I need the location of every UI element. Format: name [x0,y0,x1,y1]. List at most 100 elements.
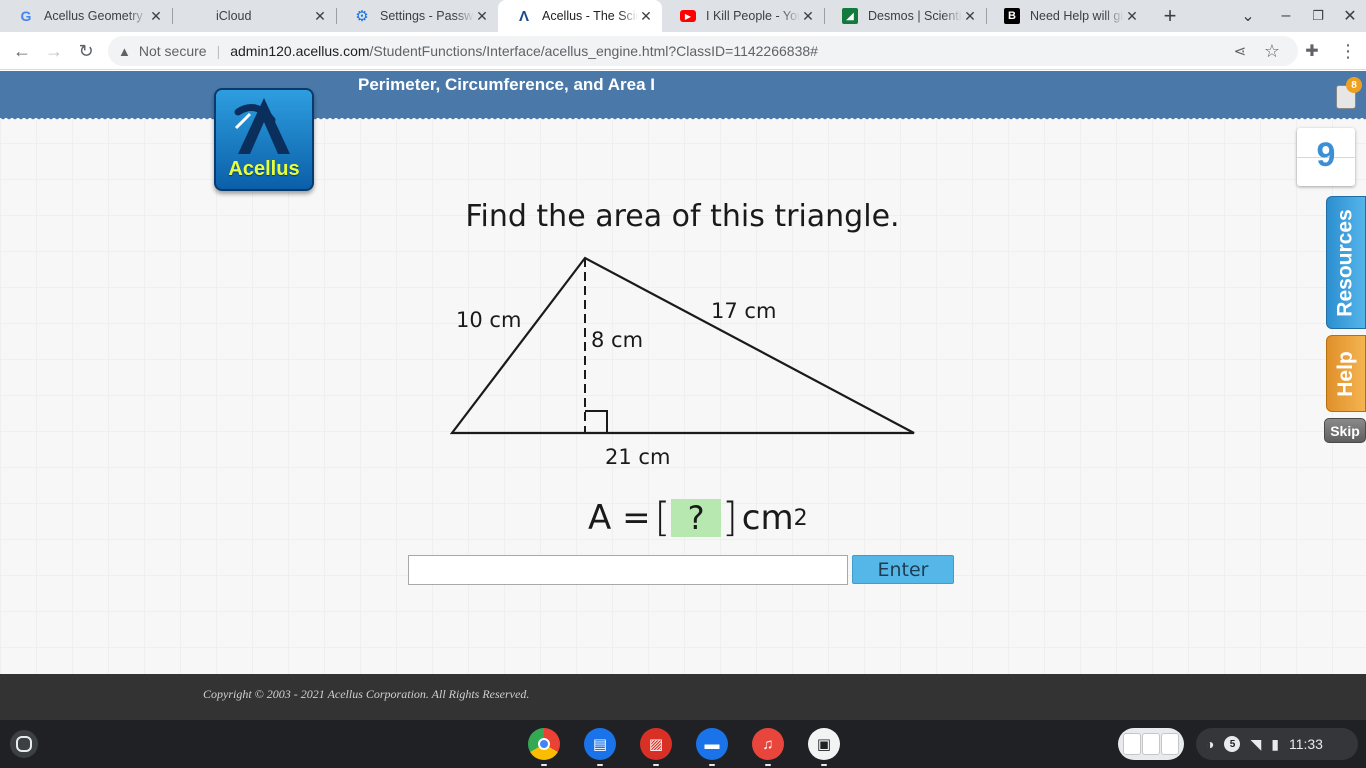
right-angle-marker [585,410,608,433]
browser-tab-acellus[interactable]: Λ Acellus - The Science of Learning ✕ [498,0,662,32]
desk-thumbnail [1141,733,1160,755]
brainly-icon: B [1004,8,1020,24]
tab-title: Acellus Geometry - Google Search [44,9,148,23]
acellus-logo: Acellus [214,88,314,191]
tab-title: Acellus - The Science of Learning [542,9,638,23]
answer-blank: [ ? ] [655,495,738,541]
terminal-icon[interactable]: ▣ [808,728,840,766]
answer-input[interactable] [408,555,848,585]
logo-text: Acellus [228,158,300,180]
os-shelf: ▤ ▨ ▬ ♫ ▣ ◑ 5 ◥ ▮ 11:33 [0,720,1366,768]
notification-badge: 8 [1346,77,1362,93]
skip-button[interactable]: Skip [1324,418,1366,443]
tab-title: Desmos | Scientific Calculator [868,9,962,23]
question-text: Find the area of this triangle. [0,199,1366,234]
height-label: 8 cm [591,328,644,352]
address-bar[interactable]: ▲ Not secure | admin120.acellus.com /Stu… [108,36,1298,66]
triangle-figure: 10 cm 17 cm 8 cm 21 cm [440,251,940,476]
unit-exponent: 2 [793,505,808,531]
reload-icon[interactable]: ↻ [72,37,100,65]
files-icon[interactable]: ▬ [696,728,728,766]
forward-arrow-icon[interactable]: → [40,37,68,65]
acellus-lesson-page: Perimeter, Circumference, and Area I 8 A… [0,71,1366,674]
answer-placeholder: ? [671,499,722,537]
browser-tab-brainly[interactable]: B Need Help will give brainliest ✕ [986,0,1148,32]
messages-icon[interactable]: ▤ [584,728,616,766]
battery-icon: ▮ [1271,735,1279,752]
area-equation: A = [ ? ] cm 2 [588,495,808,541]
equation-lhs: A = [588,498,651,538]
copyright-text: Copyright © 2003 - 2021 Acellus Corporat… [203,687,530,701]
tab-search-icon[interactable]: ⌄ [1232,0,1264,32]
new-tab-button[interactable]: + [1154,0,1186,32]
security-label: Not secure [138,43,207,59]
right-bracket: ] [722,495,738,541]
accessibility-icon: ◑ [1206,736,1215,752]
share-icon[interactable]: ⋖ [1226,37,1254,65]
triangle-diagram [449,256,915,435]
minimize-icon[interactable]: – [1270,0,1302,32]
browser-toolbar: ← → ↻ ▲ Not secure | admin120.acellus.co… [0,32,1366,70]
acellus-a-icon [234,98,290,154]
left-side-label: 10 cm [456,308,522,332]
google-icon: G [20,8,32,24]
url-host: admin120.acellus.com [230,43,370,59]
triangle-outline [449,256,915,435]
extensions-puzzle-icon[interactable]: ✚ [1298,37,1326,65]
help-tab[interactable]: Help [1326,335,1366,412]
notification-count-badge: 5 [1224,736,1241,752]
tab-title: Need Help will give brainliest [1030,9,1124,23]
menu-dots-icon[interactable]: ⋮ [1334,37,1362,65]
page-footer: Copyright © 2003 - 2021 Acellus Corporat… [0,674,1366,720]
acellus-icon: Λ [518,7,529,25]
tab-title: Settings - Passwords [380,9,474,23]
apple-icon [190,8,206,24]
close-icon[interactable]: ✕ [1124,8,1140,24]
close-icon[interactable]: ✕ [148,8,164,24]
restore-icon[interactable]: ❐ [1302,0,1334,32]
lesson-header-bar: Perimeter, Circumference, and Area I 8 [0,71,1366,121]
browser-tab-icloud[interactable]: iCloud ✕ [172,0,336,32]
browser-tab-settings[interactable]: ⚙ Settings - Passwords ✕ [336,0,498,32]
close-window-icon[interactable]: ✕ [1334,0,1366,32]
close-icon[interactable]: ✕ [638,8,654,24]
close-icon[interactable]: ✕ [800,8,816,24]
score-value: 9 [1316,136,1336,174]
bookmark-star-icon[interactable]: ☆ [1258,37,1286,65]
youtube-icon: ▶ [680,10,696,22]
help-label: Help [1334,350,1358,397]
notification-button[interactable]: 8 [1332,77,1362,113]
browser-tab-youtube[interactable]: ▶ I Kill People - YouTube ✕ [662,0,824,32]
left-bracket: [ [654,495,671,541]
url-path: /StudentFunctions/Interface/acellus_engi… [369,43,818,59]
desmos-icon: ◢ [842,8,858,24]
gallery-icon[interactable]: ▨ [640,728,672,766]
lesson-title: Perimeter, Circumference, and Area I [358,75,656,94]
right-side-label: 17 cm [711,299,777,323]
tab-title: I Kill People - YouTube [706,9,800,23]
address-divider: | [216,43,221,59]
launcher-icon[interactable] [10,730,38,758]
base-label: 21 cm [605,445,671,469]
score-card: 9 [1297,128,1355,186]
close-icon[interactable]: ✕ [962,8,978,24]
enter-button[interactable]: Enter [852,555,954,584]
desk-thumbnail [1122,733,1141,755]
status-tray[interactable]: ◑ 5 ◥ ▮ 11:33 [1196,728,1358,760]
wifi-icon: ◥ [1250,735,1262,752]
browser-tab-google[interactable]: G Acellus Geometry - Google Search ✕ [0,0,172,32]
question-prompt: Find the area of this triangle. [465,199,900,234]
desk-thumbnail [1161,733,1180,755]
back-arrow-icon[interactable]: ← [8,37,36,65]
close-icon[interactable]: ✕ [474,8,490,24]
browser-tab-desmos[interactable]: ◢ Desmos | Scientific Calculator ✕ [824,0,986,32]
warning-icon: ▲ [118,43,131,59]
browser-tab-strip: G Acellus Geometry - Google Search ✕ iCl… [0,0,1366,32]
close-icon[interactable]: ✕ [312,8,328,24]
gear-icon: ⚙ [355,8,369,25]
chrome-icon[interactable] [528,728,560,766]
desk-thumbnails[interactable] [1118,728,1184,760]
equation-unit: cm [741,498,794,538]
music-icon[interactable]: ♫ [752,728,784,766]
tab-title: iCloud [216,9,252,23]
